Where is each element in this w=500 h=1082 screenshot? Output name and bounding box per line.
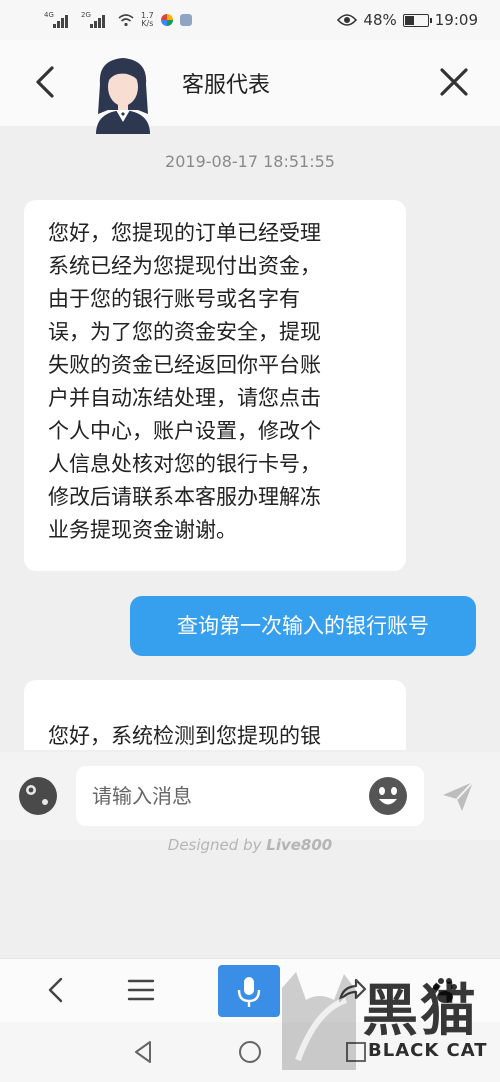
message-input-bar — [0, 752, 500, 840]
system-nav-bar — [0, 1022, 500, 1082]
agent-message-line: 户并自动冻结处理，请您点击 — [48, 386, 321, 410]
designed-by-brand: Live800 — [266, 836, 333, 854]
status-bar: 4G 2G 1.7 K/s 48% 19:09 — [0, 0, 500, 40]
net-speed-unit: K/s — [141, 19, 154, 28]
send-icon[interactable] — [440, 778, 476, 814]
gallery-notification-icon — [179, 14, 192, 26]
agent-message-line: 您好，您提现的订单已经受理 — [48, 221, 321, 245]
designed-by-credit: Designed by Live800 — [0, 836, 500, 854]
battery-percent: 48% — [363, 11, 397, 29]
emoji-icon[interactable] — [368, 776, 408, 816]
battery-icon — [402, 13, 432, 27]
chat-title: 客服代表 — [182, 73, 271, 98]
paw-icon[interactable] — [428, 973, 462, 1007]
agent-avatar — [96, 58, 150, 134]
agent-message-line: 系统已经为您提现付出资金， — [48, 254, 321, 278]
back-arrow-icon[interactable] — [28, 62, 64, 102]
browser-toolbar — [0, 958, 500, 1022]
agent-message-line: 人信息处核对您的银行卡号， — [48, 452, 321, 476]
app-notification-icon — [160, 14, 173, 26]
agent-message-line: 修改后请联系本客服办理解冻 — [48, 485, 321, 509]
chat-header: 客服代表 — [0, 40, 500, 134]
agent-message-line: 个人中心，账户设置，修改个 — [48, 419, 321, 443]
net-speed: 1.7 K/s — [141, 12, 154, 28]
voice-search-button[interactable] — [218, 965, 280, 1017]
agent-message-line: 业务提现资金谢谢。 — [48, 518, 237, 542]
agent-message-line: 失败的资金已经返回你平台账 — [48, 353, 321, 377]
menu-icon[interactable] — [124, 973, 158, 1007]
clock: 19:09 — [434, 11, 478, 29]
close-icon[interactable] — [436, 64, 472, 100]
nav-home-icon[interactable] — [236, 1038, 264, 1066]
attach-icon[interactable] — [18, 776, 58, 816]
message-timestamp: 2019-08-17 18:51:55 — [165, 152, 335, 171]
agent-message-line: 由于您的银行账号或名字有 — [48, 287, 300, 311]
agent-message-line: 您好，系统检测到您提现的银 — [48, 724, 321, 748]
status-right: 48% 19:09 — [337, 11, 478, 29]
signal-sim1-icon: 4G — [44, 11, 74, 28]
back-icon[interactable] — [40, 973, 74, 1007]
nav-back-icon[interactable] — [130, 1038, 158, 1066]
battery-fill — [404, 15, 415, 25]
designed-by-text: Designed by — [167, 836, 262, 854]
user-message-bubble[interactable]: 查询第一次输入的银行账号 — [130, 596, 476, 656]
share-icon[interactable] — [334, 973, 368, 1007]
agent-message-bubble-partial: 您好，系统检测到您提现的银 — [24, 680, 406, 750]
status-left: 4G 2G 1.7 K/s — [44, 11, 192, 28]
agent-message-bubble: 您好，您提现的订单已经受理 系统已经为您提现付出资金， 由于您的银行账号或名字有… — [24, 200, 406, 571]
agent-message-line: 误，为了您的资金安全，提现 — [48, 320, 321, 344]
microphone-icon — [237, 977, 261, 1007]
eye-comfort-icon — [337, 14, 358, 26]
nav-recents-icon[interactable] — [342, 1038, 370, 1066]
signal-sim2-icon: 2G — [81, 11, 111, 28]
wifi-icon — [118, 14, 134, 27]
